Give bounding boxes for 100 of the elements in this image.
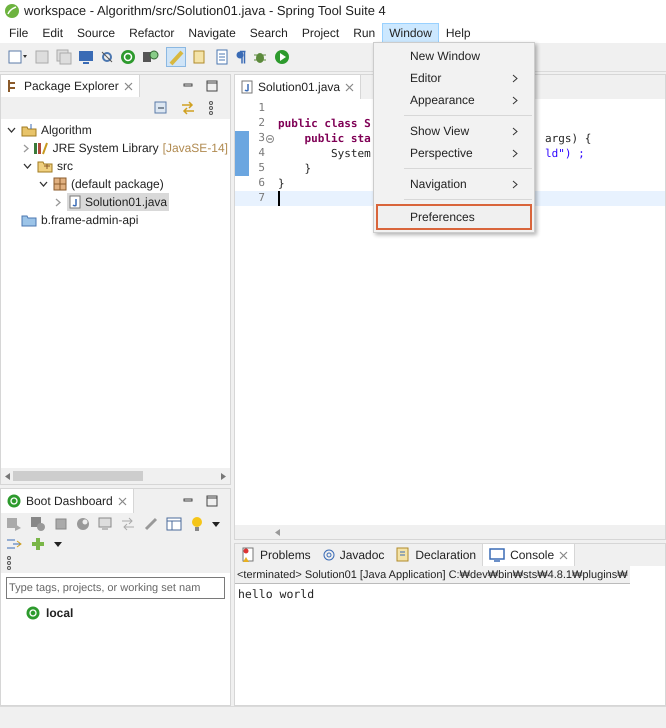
console-icon xyxy=(489,548,506,562)
scroll-right-icon[interactable] xyxy=(220,472,228,480)
stop-icon[interactable] xyxy=(54,517,68,531)
view-menu-icon[interactable] xyxy=(208,101,214,115)
breakpoint-icon[interactable] xyxy=(100,50,114,64)
change-marker xyxy=(235,131,249,146)
books-icon xyxy=(32,141,49,155)
menu-item[interactable]: Search xyxy=(242,22,295,42)
view-menu-icon[interactable] xyxy=(6,556,12,570)
menu-item[interactable]: Appearance xyxy=(376,89,532,111)
java-file-icon xyxy=(69,195,81,209)
lightbulb-icon[interactable] xyxy=(190,516,204,532)
line-number: 2 xyxy=(257,115,265,132)
monitor-icon[interactable] xyxy=(78,49,94,65)
menu-item[interactable]: Project xyxy=(294,22,346,42)
menu-item[interactable]: Preferences xyxy=(376,204,532,230)
java-file-icon xyxy=(241,80,253,94)
scrollbar-thumb[interactable] xyxy=(13,471,143,481)
scroll-left-icon[interactable] xyxy=(273,528,281,536)
menu-item[interactable]: Editor xyxy=(376,67,532,89)
close-icon[interactable] xyxy=(118,496,127,506)
boot-dashboard-tab[interactable]: Boot Dashboard xyxy=(1,489,134,513)
line-number: 3 xyxy=(257,130,265,146)
plus-icon[interactable] xyxy=(30,536,46,552)
menu-item[interactable]: Help xyxy=(438,22,478,42)
line-number: 5 xyxy=(257,160,265,176)
power-icon xyxy=(7,494,21,508)
save-icon[interactable] xyxy=(34,49,50,65)
tree-item-label: b.frame-admin-api xyxy=(41,212,138,229)
pencil-icon[interactable] xyxy=(144,517,158,531)
tree-item[interactable]: Solution01.java xyxy=(67,193,170,211)
fold-icon[interactable] xyxy=(266,134,274,142)
dashboard-item[interactable]: local xyxy=(46,604,74,622)
tree-item-label: JRE System Library xyxy=(52,140,159,157)
panel-tab[interactable]: Javadoc xyxy=(316,544,390,566)
maximize-icon[interactable] xyxy=(206,495,218,507)
editor-tab[interactable]: Solution01.java xyxy=(235,75,362,99)
code-text: } xyxy=(303,161,312,176)
line-number: 4 xyxy=(257,145,265,162)
open-folder-icon xyxy=(21,123,37,137)
new-file-icon[interactable] xyxy=(8,49,28,65)
close-icon[interactable] xyxy=(559,550,568,560)
tree-item-label: Algorithm xyxy=(41,122,92,139)
panel-tab[interactable]: Problems xyxy=(235,544,317,566)
sphere-icon[interactable] xyxy=(76,517,90,531)
power-icon[interactable] xyxy=(120,49,136,65)
tree-item[interactable]: JRE System Library [JavaSE-14] xyxy=(30,139,230,157)
package-explorer-tab[interactable]: Package Explorer xyxy=(1,75,140,97)
line-number: 7 xyxy=(257,190,265,206)
scroll-left-icon[interactable] xyxy=(3,472,11,480)
tree-item[interactable]: Algorithm xyxy=(19,121,94,139)
page-icon[interactable] xyxy=(214,49,230,65)
package-folder-icon xyxy=(37,159,53,173)
collapsed-chevron-icon[interactable] xyxy=(23,144,29,152)
play-icon[interactable] xyxy=(274,49,290,65)
debug-icon[interactable] xyxy=(30,516,46,532)
dropdown-icon[interactable] xyxy=(54,542,62,546)
grid-box-icon xyxy=(53,177,67,191)
package-explorer-title: Package Explorer xyxy=(24,78,119,95)
menu-item[interactable]: Run xyxy=(346,22,382,42)
expanded-chevron-icon[interactable] xyxy=(23,163,32,169)
code-text: public sta xyxy=(303,131,371,146)
boot-dashboard-title: Boot Dashboard xyxy=(26,493,113,510)
filter-field[interactable]: Type tags, projects, or working set nam xyxy=(6,577,225,599)
menu-item[interactable]: Navigation xyxy=(376,173,532,195)
menu-item[interactable]: Show View xyxy=(376,120,532,142)
leaf-logo-icon xyxy=(4,3,20,19)
menu-item[interactable]: New Window xyxy=(376,45,532,67)
tree-item[interactable]: b.frame-admin-api xyxy=(19,211,140,229)
pilcrow-icon[interactable] xyxy=(236,50,246,64)
table-icon[interactable] xyxy=(166,517,182,531)
menu-item[interactable]: Edit xyxy=(35,22,70,42)
tree-item-label: (default package) xyxy=(71,176,164,193)
menu-item[interactable]: Source xyxy=(70,22,122,42)
menu-item[interactable]: Perspective xyxy=(376,142,532,164)
menu-item[interactable]: Navigate xyxy=(181,22,243,42)
code-text: args) { xyxy=(545,131,592,146)
close-icon[interactable] xyxy=(345,82,354,92)
tree-item[interactable]: (default package) xyxy=(51,175,166,193)
swap-arrows-icon[interactable] xyxy=(120,517,136,531)
tree-item-label: Solution01.java xyxy=(85,194,168,211)
expanded-chevron-icon[interactable] xyxy=(39,181,48,187)
menu-item[interactable]: Refactor xyxy=(122,22,182,42)
save-all-icon[interactable] xyxy=(56,49,72,65)
tree-item-label: src xyxy=(57,158,73,175)
collapse-all-icon[interactable] xyxy=(154,101,168,115)
maximize-icon[interactable] xyxy=(206,80,218,92)
menu-item[interactable]: File xyxy=(2,22,36,42)
tree-item[interactable]: src xyxy=(35,157,75,175)
panel-tab[interactable]: Console xyxy=(482,544,576,566)
collapsed-chevron-icon[interactable] xyxy=(55,198,61,206)
close-icon[interactable] xyxy=(124,82,133,90)
link-arrows-icon[interactable] xyxy=(180,101,196,115)
monitor-icon[interactable] xyxy=(98,517,112,531)
expanded-chevron-icon[interactable] xyxy=(7,127,16,133)
code-text: ld") ; xyxy=(545,146,585,161)
panel-tab[interactable]: Declaration xyxy=(390,544,482,566)
start-icon[interactable] xyxy=(6,516,22,532)
menu-item[interactable]: Window xyxy=(382,22,439,42)
dropdown-icon[interactable] xyxy=(212,522,220,526)
